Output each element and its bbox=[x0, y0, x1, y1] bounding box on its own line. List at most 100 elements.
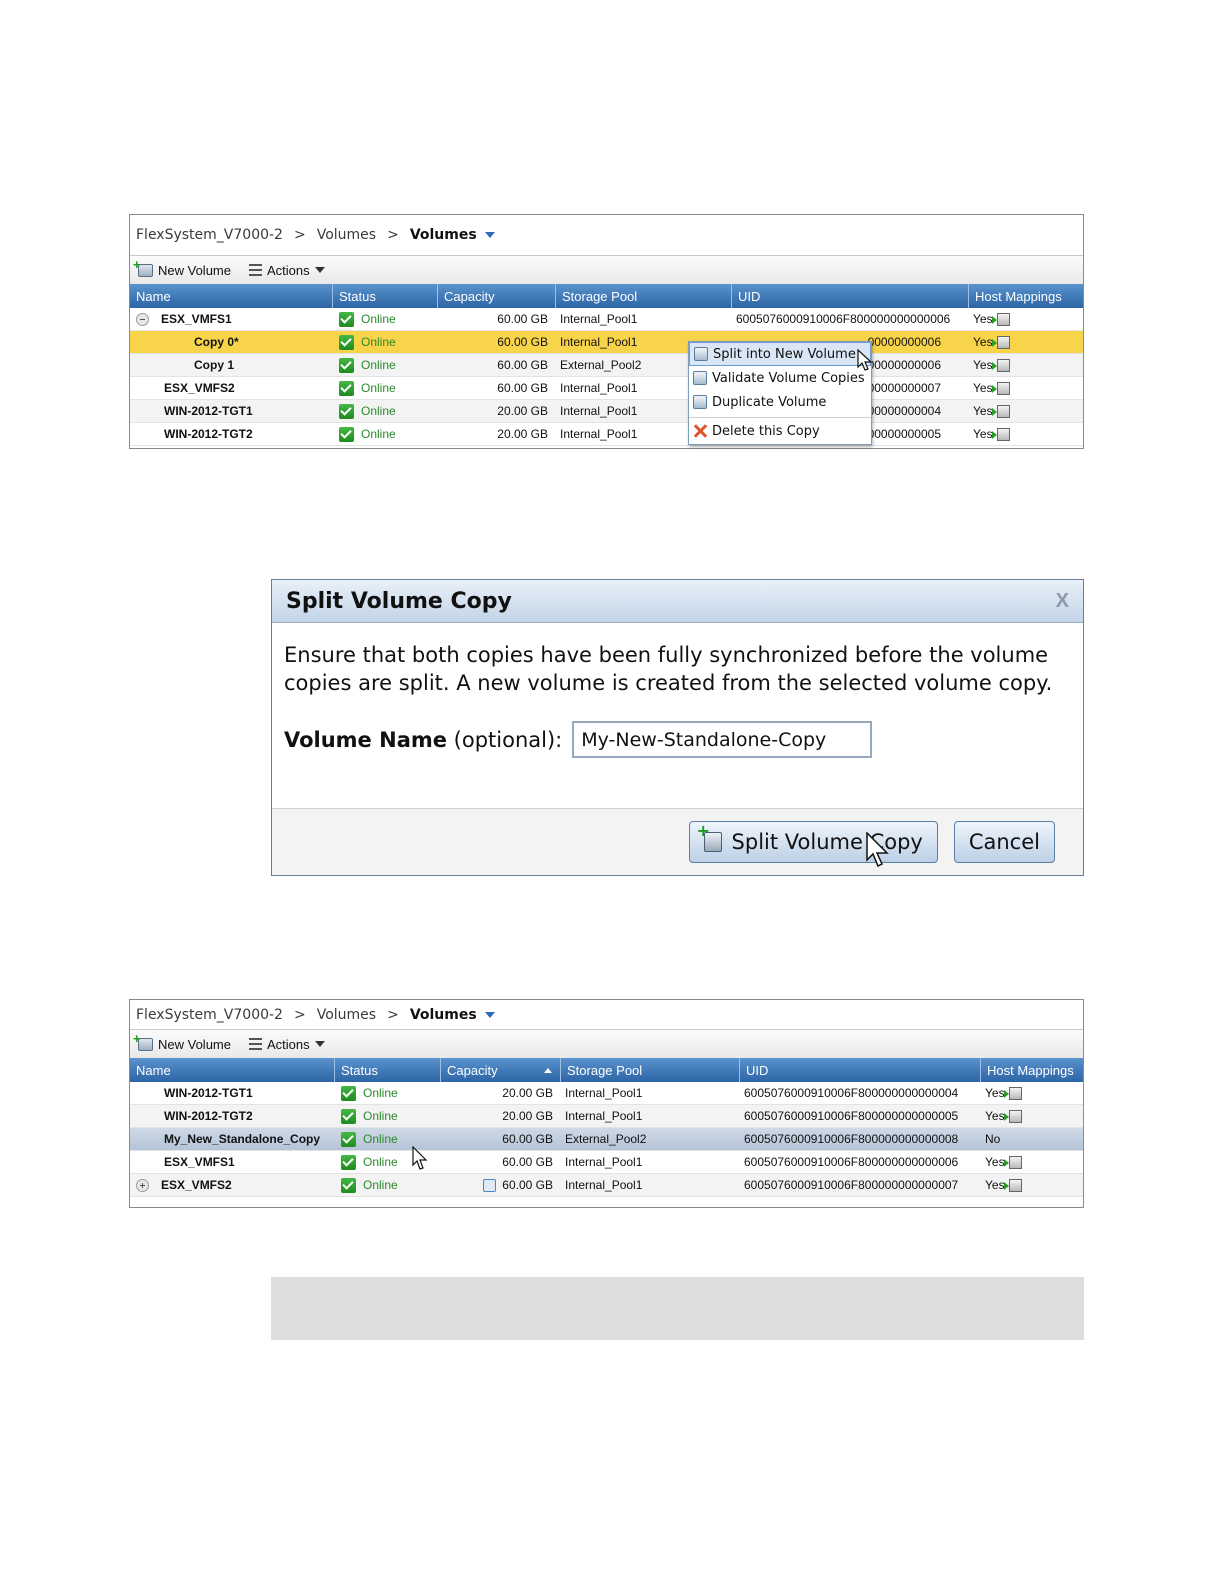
volume-name: WIN-2012-TGT1 bbox=[164, 404, 253, 418]
status-text: Online bbox=[361, 312, 396, 326]
host-mapping-icon[interactable] bbox=[991, 312, 1010, 326]
table-row[interactable]: Copy 0* Online 60.00 GB Internal_Pool1 0… bbox=[130, 331, 1083, 354]
uid-cell: 6005076000910006F800000000000006 bbox=[744, 1155, 959, 1169]
status-text: Online bbox=[361, 381, 396, 395]
column-header-status[interactable]: Status bbox=[333, 284, 438, 308]
host-mapping-icon[interactable] bbox=[991, 335, 1010, 349]
close-icon[interactable]: X bbox=[1056, 590, 1069, 613]
host-mapping-icon[interactable] bbox=[1003, 1178, 1022, 1192]
volume-name: WIN-2012-TGT2 bbox=[164, 1109, 253, 1123]
volume-name-label-optional: (optional): bbox=[447, 727, 563, 752]
host-mapping-icon[interactable] bbox=[991, 358, 1010, 372]
uid-cell: 6005076000910006F800000000000004 bbox=[744, 1086, 959, 1100]
breadcrumb: FlexSystem_V7000-2 > Volumes > Volumes bbox=[130, 215, 1083, 255]
dialog-title-bar: Split Volume Copy X bbox=[272, 580, 1083, 623]
host-mapping-icon[interactable] bbox=[991, 427, 1010, 441]
host-mapping-icon[interactable] bbox=[1003, 1155, 1022, 1169]
breadcrumb-system[interactable]: FlexSystem_V7000-2 bbox=[136, 227, 283, 243]
online-check-icon bbox=[341, 1131, 356, 1147]
host-mapping-value: Yes bbox=[985, 1178, 1005, 1192]
volume-name-label-bold: Volume Name bbox=[284, 727, 447, 752]
expand-icon[interactable] bbox=[136, 1178, 149, 1192]
host-mapping-icon[interactable] bbox=[991, 404, 1010, 418]
capacity-cell: 20.00 GB bbox=[497, 427, 548, 441]
sort-ascending-icon bbox=[544, 1067, 552, 1073]
table-row[interactable]: WIN-2012-TGT2 Online 20.00 GB Internal_P… bbox=[130, 1105, 1083, 1128]
status-text: Online bbox=[361, 427, 396, 441]
list-icon bbox=[248, 263, 262, 277]
menu-item-delete-this-copy[interactable]: Delete this Copy bbox=[689, 417, 871, 444]
column-header-name[interactable]: Name bbox=[130, 284, 333, 308]
chevron-down-icon[interactable] bbox=[484, 1011, 495, 1018]
breadcrumb: FlexSystem_V7000-2 > Volumes > Volumes bbox=[130, 1000, 1083, 1029]
online-check-icon bbox=[341, 1177, 356, 1193]
breadcrumb-system[interactable]: FlexSystem_V7000-2 bbox=[136, 1007, 283, 1023]
column-header-storage-pool[interactable]: Storage Pool bbox=[556, 284, 732, 308]
split-volume-copy-dialog: Split Volume Copy X Ensure that both cop… bbox=[271, 579, 1084, 876]
volume-name-label: Volume Name (optional): bbox=[284, 726, 562, 754]
host-mapping-icon[interactable] bbox=[991, 381, 1010, 395]
table-header: Name Status Capacity Storage Pool UID Ho… bbox=[130, 284, 1083, 308]
menu-item-label: Delete this Copy bbox=[712, 423, 820, 439]
actions-menu-button[interactable]: Actions bbox=[248, 1036, 325, 1052]
breadcrumb-current[interactable]: Volumes bbox=[410, 227, 477, 243]
breadcrumb-separator: > bbox=[293, 227, 306, 243]
duplicate-icon bbox=[693, 395, 707, 409]
host-mapping-icon[interactable] bbox=[1003, 1086, 1022, 1100]
split-volume-copy-button[interactable]: Split Volume Copy bbox=[688, 821, 938, 863]
column-header-storage-pool[interactable]: Storage Pool bbox=[561, 1058, 740, 1082]
chevron-down-icon[interactable] bbox=[484, 232, 495, 238]
menu-item-validate-volume-copies[interactable]: Validate Volume Copies bbox=[689, 366, 871, 390]
table-row[interactable]: ESX_VMFS2 Online 60.00 GB Internal_Pool1… bbox=[130, 377, 1083, 400]
table-row[interactable]: WIN-2012-TGT1 Online 20.00 GB Internal_P… bbox=[130, 1082, 1083, 1105]
table-row[interactable]: ESX_VMFS2 Online 60.00 GB Internal_Pool1… bbox=[130, 1174, 1083, 1197]
capacity-cell: 20.00 GB bbox=[497, 404, 548, 418]
column-header-uid[interactable]: UID bbox=[740, 1058, 981, 1082]
cancel-button[interactable]: Cancel bbox=[953, 821, 1055, 863]
volume-name: ESX_VMFS2 bbox=[161, 1178, 232, 1192]
volume-name: ESX_VMFS2 bbox=[164, 381, 235, 395]
column-header-host-mappings[interactable]: Host Mappings bbox=[981, 1058, 1083, 1082]
column-header-capacity[interactable]: Capacity bbox=[438, 284, 556, 308]
toolbar: New Volume Actions bbox=[130, 255, 1083, 284]
dialog-message: Ensure that both copies have been fully … bbox=[284, 643, 1053, 695]
breadcrumb-volumes[interactable]: Volumes bbox=[317, 1007, 376, 1023]
host-mapping-value: Yes bbox=[973, 404, 993, 418]
host-mapping-value: Yes bbox=[973, 358, 993, 372]
column-header-capacity[interactable]: Capacity bbox=[441, 1058, 561, 1082]
new-volume-button[interactable]: New Volume bbox=[133, 257, 231, 278]
table-row[interactable]: WIN-2012-TGT1 Online 20.00 GB Internal_P… bbox=[130, 400, 1083, 423]
breadcrumb-volumes[interactable]: Volumes bbox=[317, 227, 376, 243]
host-mapping-icon[interactable] bbox=[1003, 1109, 1022, 1123]
volume-name-input[interactable] bbox=[572, 721, 873, 758]
capacity-cell: 60.00 GB bbox=[497, 312, 548, 326]
chevron-down-icon bbox=[314, 267, 325, 273]
column-header-name[interactable]: Name bbox=[130, 1058, 335, 1082]
table-row-selected[interactable]: My_New_Standalone_Copy Online 60.00 GB E… bbox=[130, 1128, 1083, 1151]
actions-label: Actions bbox=[266, 262, 310, 278]
new-volume-button[interactable]: New Volume bbox=[133, 1031, 231, 1052]
table-row[interactable]: ESX_VMFS1 Online 60.00 GB Internal_Pool1… bbox=[130, 1151, 1083, 1174]
breadcrumb-current[interactable]: Volumes bbox=[410, 1007, 477, 1023]
table-row[interactable]: Copy 1 Online 60.00 GB External_Pool2 00… bbox=[130, 354, 1083, 377]
split-volume-copy-label: Split Volume Copy bbox=[731, 830, 923, 854]
column-header-status[interactable]: Status bbox=[335, 1058, 441, 1082]
status-text: Online bbox=[363, 1155, 398, 1169]
actions-label: Actions bbox=[266, 1036, 310, 1052]
cancel-label: Cancel bbox=[968, 830, 1040, 854]
host-mapping-value: Yes bbox=[973, 427, 993, 441]
table-row[interactable]: ESX_VMFS1 Online 60.00 GB Internal_Pool1… bbox=[130, 308, 1083, 331]
menu-item-split-into-new-volume[interactable]: Split into New Volume bbox=[689, 342, 871, 366]
split-volume-icon bbox=[694, 347, 708, 361]
menu-item-duplicate-volume[interactable]: Duplicate Volume bbox=[689, 390, 871, 414]
column-header-uid[interactable]: UID bbox=[732, 284, 969, 308]
storage-pool-cell: External_Pool2 bbox=[565, 1132, 647, 1146]
actions-menu-button[interactable]: Actions bbox=[248, 262, 325, 278]
volume-name: WIN-2012-TGT2 bbox=[164, 427, 253, 441]
collapse-icon[interactable] bbox=[136, 312, 149, 326]
column-header-host-mappings[interactable]: Host Mappings bbox=[969, 284, 1083, 308]
breadcrumb-separator: > bbox=[293, 1006, 306, 1023]
host-mapping-value: No bbox=[985, 1132, 1001, 1146]
copy-context-menu: Split into New Volume Validate Volume Co… bbox=[688, 341, 872, 445]
table-row[interactable]: WIN-2012-TGT2 Online 20.00 GB Internal_P… bbox=[130, 423, 1083, 446]
